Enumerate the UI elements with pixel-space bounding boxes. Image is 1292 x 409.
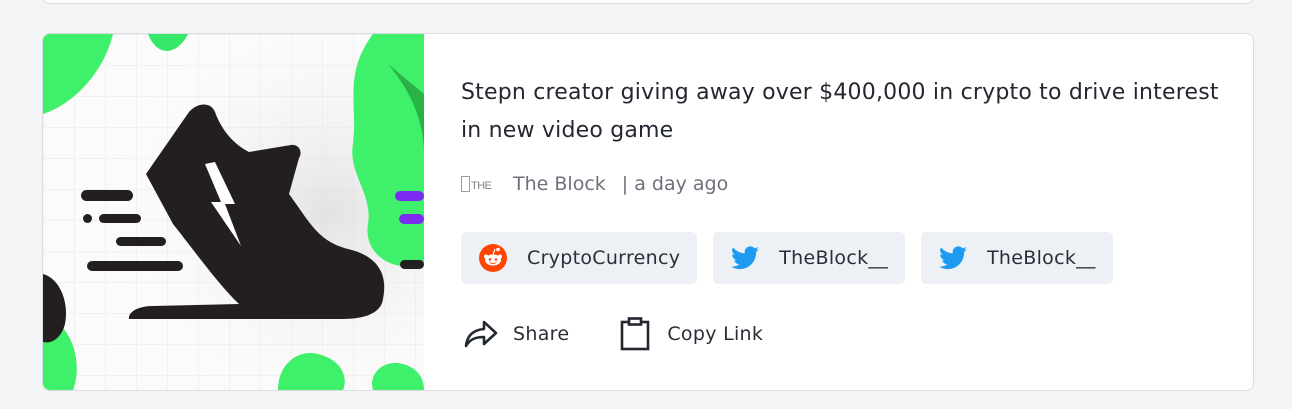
previous-card-edge [42,0,1254,4]
twitter-icon [937,242,969,274]
copy-link-label: Copy Link [667,323,764,345]
reddit-icon [477,242,509,274]
svg-text:THE: THE [471,180,492,192]
share-icon [461,314,501,354]
article-meta: THE The Block | a day ago [461,169,728,199]
source-name[interactable]: The Block [513,173,606,195]
article-thumbnail[interactable] [43,34,424,390]
twitter-icon [729,242,761,274]
news-card[interactable]: Stepn creator giving away over $400,000 … [42,33,1254,391]
clipboard-icon [615,314,655,354]
tag-list: CryptoCurrency TheBlock__ TheBlock__ [461,232,1129,284]
share-button[interactable]: Share [461,314,569,354]
tag-label: TheBlock__ [779,247,888,269]
tag-label: TheBlock__ [987,247,1096,269]
article-content: Stepn creator giving away over $400,000 … [461,34,1253,390]
tag-chip-twitter[interactable]: TheBlock__ [921,232,1113,284]
copy-link-button[interactable]: Copy Link [615,314,763,354]
the-block-logo-icon: THE [461,173,497,195]
tag-chip-twitter[interactable]: TheBlock__ [713,232,905,284]
tag-chip-cryptocurrency[interactable]: CryptoCurrency [461,232,698,284]
article-actions: Share Copy Link [461,314,809,354]
tag-label: CryptoCurrency [527,247,681,269]
article-title[interactable]: Stepn creator giving away over $400,000 … [461,74,1221,150]
publish-time: | a day ago [621,173,729,195]
share-label: Share [513,323,570,345]
